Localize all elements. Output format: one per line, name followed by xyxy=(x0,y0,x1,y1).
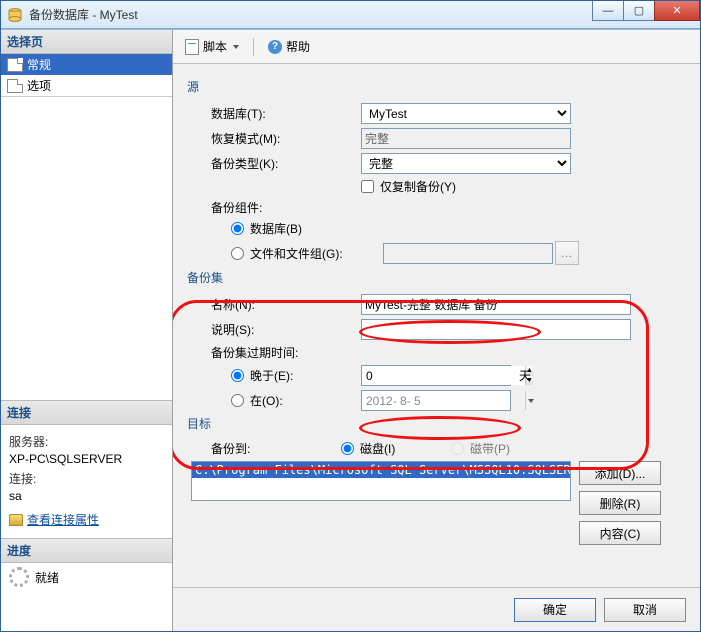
spinner-icon xyxy=(9,567,29,587)
radio-database[interactable]: 数据库(B) xyxy=(231,220,302,237)
connection-header: 连接 xyxy=(1,401,172,425)
script-button[interactable]: 脚本 xyxy=(181,36,243,57)
calendar-button[interactable] xyxy=(525,391,534,410)
radio-expire-on-label: 在(O): xyxy=(250,392,283,409)
minimize-button[interactable]: — xyxy=(592,1,624,21)
conn-label: 连接: xyxy=(9,470,164,487)
help-button[interactable]: ? 帮助 xyxy=(264,36,314,57)
sidebar-item-label: 选项 xyxy=(27,77,51,94)
titlebar: 备份数据库 - MyTest — ▢ ✕ xyxy=(1,1,700,29)
maximize-button[interactable]: ▢ xyxy=(623,1,655,21)
radio-expire-after-input[interactable] xyxy=(231,369,244,382)
radio-database-input[interactable] xyxy=(231,222,244,235)
group-destination: 目标 xyxy=(187,415,686,432)
server-value: XP-PC\SQLSERVER xyxy=(9,452,164,466)
database-label: 数据库(T): xyxy=(211,105,361,122)
backup-type-select[interactable]: 完整 xyxy=(361,153,571,174)
radio-tape-input xyxy=(451,442,464,455)
sidebar-item-options[interactable]: 选项 xyxy=(1,75,172,96)
radio-disk[interactable]: 磁盘(I) xyxy=(341,440,451,457)
copy-only-label: 仅复制备份(Y) xyxy=(380,178,456,195)
conn-value: sa xyxy=(9,489,164,503)
expire-days-stepper[interactable]: ▲▼ xyxy=(361,365,511,386)
filegroup-browse-button: … xyxy=(555,241,579,265)
backup-type-label: 备份类型(K): xyxy=(211,155,361,172)
sidebar-item-label: 常规 xyxy=(27,56,51,73)
expire-days-input[interactable] xyxy=(362,366,525,385)
recovery-label: 恢复模式(M): xyxy=(211,130,361,147)
view-connection-props-link[interactable]: 查看连接属性 xyxy=(9,511,164,528)
filegroup-field xyxy=(383,243,553,264)
component-label: 备份组件: xyxy=(211,199,262,216)
add-button[interactable]: 添加(D)... xyxy=(579,461,661,485)
sidebar-item-general[interactable]: 常规 xyxy=(1,54,172,75)
radio-tape: 磁带(P) xyxy=(451,440,510,457)
db-icon xyxy=(9,514,23,526)
dialog-footer: 确定 取消 xyxy=(173,587,700,631)
app-icon xyxy=(7,7,23,23)
radio-disk-label: 磁盘(I) xyxy=(360,440,395,457)
separator xyxy=(253,38,254,56)
radio-expire-after-label: 晚于(E): xyxy=(250,367,293,384)
radio-filegroup-input[interactable] xyxy=(231,247,244,260)
radio-expire-after[interactable]: 晚于(E): xyxy=(231,367,361,384)
page-icon xyxy=(7,79,23,93)
database-select[interactable]: MyTest xyxy=(361,103,571,124)
chevron-down-icon xyxy=(233,45,239,49)
expire-date-input xyxy=(362,394,525,408)
recovery-field xyxy=(361,128,571,149)
script-icon xyxy=(185,39,199,55)
expire-label: 备份集过期时间: xyxy=(211,344,298,361)
radio-database-label: 数据库(B) xyxy=(250,220,302,237)
link-label: 查看连接属性 xyxy=(27,511,99,528)
expire-date-picker[interactable] xyxy=(361,390,511,411)
ok-button[interactable]: 确定 xyxy=(514,598,596,622)
close-button[interactable]: ✕ xyxy=(654,1,700,21)
window-title: 备份数据库 - MyTest xyxy=(29,6,593,23)
select-page-header: 选择页 xyxy=(1,30,172,54)
radio-tape-label: 磁带(P) xyxy=(470,440,510,457)
toolbar: 脚本 ? 帮助 xyxy=(173,30,700,64)
name-label: 名称(N): xyxy=(211,296,361,313)
progress-status: 就绪 xyxy=(35,569,59,586)
help-label: 帮助 xyxy=(286,38,310,55)
group-backup-set: 备份集 xyxy=(187,269,686,286)
name-field[interactable] xyxy=(361,294,631,315)
cancel-button[interactable]: 取消 xyxy=(604,598,686,622)
sidebar: 选择页 常规 选项 连接 服务器: XP-PC\SQLSERVER 连接: sa xyxy=(1,30,173,631)
radio-expire-on-input[interactable] xyxy=(231,394,244,407)
chevron-down-icon xyxy=(528,399,534,403)
expire-days-unit: 天 xyxy=(519,367,531,384)
backup-to-label: 备份到: xyxy=(211,440,341,457)
server-label: 服务器: xyxy=(9,433,164,450)
desc-field[interactable] xyxy=(361,319,631,340)
radio-disk-input[interactable] xyxy=(341,442,354,455)
help-icon: ? xyxy=(268,40,282,54)
radio-filegroup[interactable]: 文件和文件组(G): xyxy=(231,245,343,262)
group-source: 源 xyxy=(187,78,686,95)
script-label: 脚本 xyxy=(203,38,227,55)
copy-only-input[interactable] xyxy=(361,180,374,193)
copy-only-checkbox[interactable]: 仅复制备份(Y) xyxy=(361,178,456,195)
radio-filegroup-label: 文件和文件组(G): xyxy=(250,245,343,262)
contents-button[interactable]: 内容(C) xyxy=(579,521,661,545)
desc-label: 说明(S): xyxy=(211,321,361,338)
destination-list[interactable]: C:\Program Files\Microsoft SQL Server\MS… xyxy=(191,461,571,501)
radio-expire-on[interactable]: 在(O): xyxy=(231,392,361,409)
page-icon xyxy=(7,58,23,72)
destination-item[interactable]: C:\Program Files\Microsoft SQL Server\MS… xyxy=(192,462,570,478)
progress-header: 进度 xyxy=(1,539,172,563)
remove-button[interactable]: 删除(R) xyxy=(579,491,661,515)
